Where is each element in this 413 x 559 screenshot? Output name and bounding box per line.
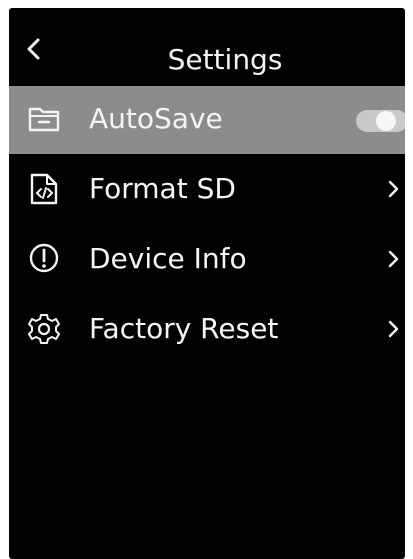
- chevron-right-icon: [388, 320, 399, 338]
- menu-item-device-info[interactable]: Device Info: [9, 226, 405, 294]
- page-title: Settings: [167, 43, 283, 76]
- sd-card-icon: [30, 173, 58, 205]
- info-icon: [29, 243, 59, 273]
- menu-item-label: Device Info: [89, 242, 247, 275]
- autosave-toggle[interactable]: [356, 110, 405, 132]
- chevron-right-icon: [388, 250, 399, 268]
- folder-icon: [28, 107, 60, 132]
- gear-icon: [28, 314, 60, 344]
- menu-item-format-sd[interactable]: Format SD: [9, 156, 405, 224]
- menu-item-factory-reset[interactable]: Factory Reset: [9, 296, 405, 364]
- menu-item-label: Factory Reset: [89, 312, 279, 345]
- menu-item-label: AutoSave: [89, 102, 223, 135]
- toggle-knob: [376, 111, 396, 131]
- menu-item-autosave[interactable]: AutoSave: [9, 86, 405, 154]
- settings-screen: Settings AutoSave Format SD Device Info …: [9, 8, 405, 559]
- menu-item-label: Format SD: [89, 172, 236, 205]
- chevron-right-icon: [388, 180, 399, 198]
- header: Settings: [9, 8, 405, 84]
